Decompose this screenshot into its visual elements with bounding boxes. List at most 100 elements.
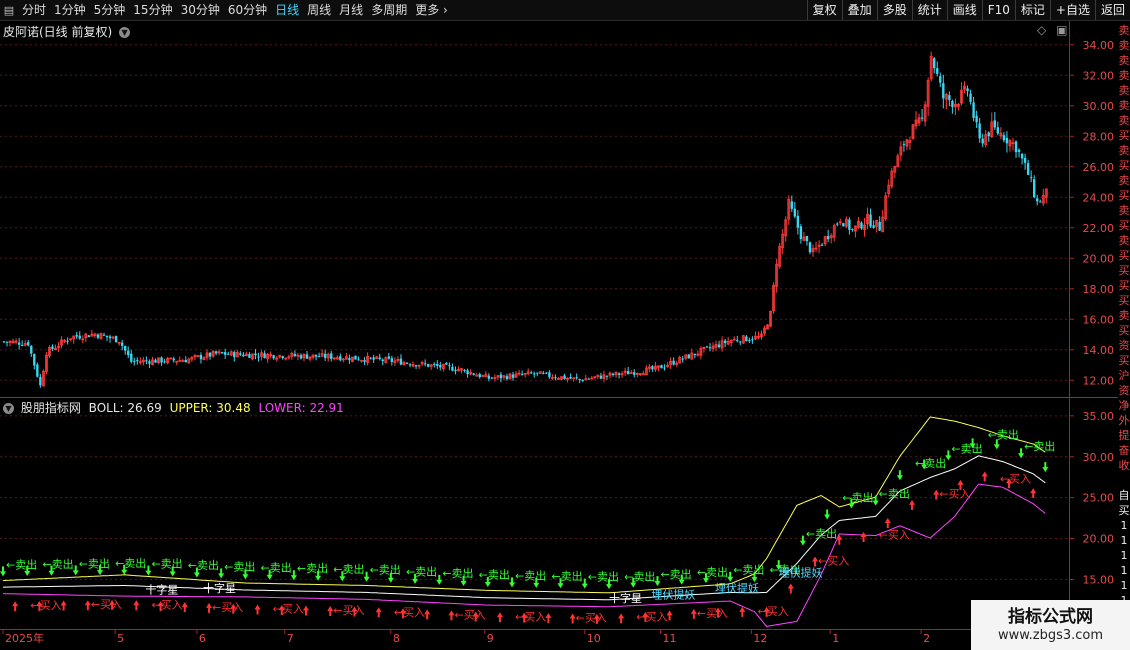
period-9[interactable]: 多周期 [367, 0, 411, 20]
candle-body [423, 363, 427, 365]
candle-body [363, 360, 366, 362]
candle-body [851, 229, 854, 231]
candle-body [793, 208, 797, 217]
candle-body [751, 339, 754, 341]
toolbar-button-8[interactable]: 返回 [1094, 0, 1130, 20]
candle-body [836, 223, 839, 225]
sell-label: ←卖出 [988, 428, 1019, 442]
candle-body [1036, 198, 1039, 202]
right-strip-char: 买 [1118, 354, 1130, 367]
main-title-row: 皮阿诺(日线 前复权) ▼ [3, 23, 133, 40]
candle-body [199, 354, 203, 360]
period-list: ▤ 分时 1分钟 5分钟 15分钟 30分钟 60分钟 日线 周线 月线 多周期 更多 › [0, 0, 452, 20]
right-strip-char: 买 [1118, 249, 1130, 262]
sell-label: ←卖出 [551, 569, 582, 583]
candle-body [536, 372, 539, 374]
toolbar-button-3[interactable]: 统计 [911, 0, 947, 20]
candle-body [542, 372, 545, 374]
candle-body [399, 358, 403, 365]
period-3[interactable]: 15分钟 [129, 0, 176, 20]
sell-label: ←卖出 [297, 561, 328, 575]
candle-body [184, 359, 187, 363]
period-0[interactable]: 分时 [18, 0, 50, 20]
candle-body [878, 221, 881, 231]
candle-body [378, 357, 381, 359]
buy-label: ←买入 [1000, 472, 1031, 485]
y-tick-label: 20.00 [1083, 533, 1115, 546]
candle-body [114, 335, 118, 343]
candle-body [257, 356, 260, 358]
sell-label: ←卖出 [951, 441, 982, 455]
candle-body [1033, 179, 1036, 198]
candle-body [20, 344, 24, 346]
chevron-down-icon[interactable]: ▼ [3, 403, 14, 414]
candle-body [463, 369, 466, 371]
candle-body [530, 372, 533, 374]
toolbar-button-6[interactable]: 标记 [1014, 0, 1050, 20]
candle-body [372, 357, 375, 360]
period-1[interactable]: 1分钟 [50, 0, 90, 20]
candle-body [611, 373, 615, 376]
date-label: 1 [832, 632, 839, 645]
right-strip-char: 净 [1118, 399, 1130, 412]
candle-body [808, 242, 812, 253]
square-icon[interactable]: ▣ [1056, 23, 1067, 37]
period-5[interactable]: 60分钟 [224, 0, 271, 20]
candle-body [820, 244, 824, 246]
toolbar-button-4[interactable]: 画线 [946, 0, 982, 20]
period-7[interactable]: 周线 [303, 0, 335, 20]
candle-body [102, 334, 106, 336]
right-strip-char: 买 [1118, 129, 1130, 142]
candle-body [948, 95, 951, 101]
toolbar-right-buttons: 复权 叠加 多股 统计 画线 F10 标记 +自选 返回 [806, 0, 1130, 20]
right-strip-char: 买 [1118, 189, 1130, 202]
toolbar-button-0[interactable]: 复权 [806, 0, 842, 20]
right-strip-char: 买 [1118, 219, 1130, 232]
right-strip-char: 沪 [1118, 369, 1130, 382]
period-8[interactable]: 月线 [335, 0, 367, 20]
diamond-icon[interactable]: ◇ [1037, 23, 1046, 37]
period-4[interactable]: 30分钟 [177, 0, 224, 20]
candle-body [626, 371, 630, 375]
right-strip-char: 卖 [1118, 114, 1130, 127]
candle-body [323, 353, 327, 358]
candle-body [978, 123, 981, 139]
right-strip-char: 买 [1118, 279, 1130, 292]
buy-label: ←买入 [636, 611, 667, 624]
candle-body [975, 115, 978, 123]
candle-body [799, 226, 803, 240]
candle-body [405, 363, 409, 365]
toolbar-button-7[interactable]: +自选 [1049, 0, 1095, 20]
candle-body [242, 354, 245, 357]
period-2[interactable]: 5分钟 [90, 0, 130, 20]
indicator-title: 股朋指标网 [20, 401, 81, 415]
candle-body [981, 138, 984, 144]
candle-body [436, 364, 439, 366]
candle-body [220, 352, 224, 354]
candle-body [966, 88, 969, 92]
candle-body [687, 354, 690, 359]
candle-body [1029, 177, 1033, 179]
toolbar-button-1[interactable]: 叠加 [841, 0, 877, 20]
right-strip-char: 买 [1118, 159, 1130, 172]
period-6[interactable]: 日线 [271, 0, 303, 20]
candle-body [563, 375, 566, 380]
toolbar-button-2[interactable]: 多股 [876, 0, 912, 20]
sell-label: ←卖出 [915, 456, 946, 470]
candle-body [281, 356, 284, 359]
period-items: 分时 1分钟 5分钟 15分钟 30分钟 60分钟 日线 周线 月线 多周期 更多 › [18, 0, 452, 20]
candle-body [227, 353, 230, 355]
right-strip-char: 资 [1118, 384, 1130, 397]
toolbar-button-5[interactable]: F10 [981, 0, 1015, 20]
candle-body [387, 356, 391, 359]
candle-body [39, 376, 42, 386]
list-icon[interactable]: ▤ [0, 0, 18, 20]
stock-chart[interactable]: 34.00 32.00 30.00 28.00 26.00 24.00 22.00 20.00… [0, 21, 1118, 650]
right-strip-char: 卖 [1118, 24, 1130, 37]
sell-label: ←卖出 [660, 567, 691, 581]
chevron-down-icon[interactable]: ▼ [119, 27, 131, 38]
y-tick-label: 28.00 [1083, 130, 1115, 143]
period-10[interactable]: 更多 › [411, 0, 452, 20]
boll-value: 26.69 [127, 401, 162, 415]
candle-body [520, 373, 524, 375]
